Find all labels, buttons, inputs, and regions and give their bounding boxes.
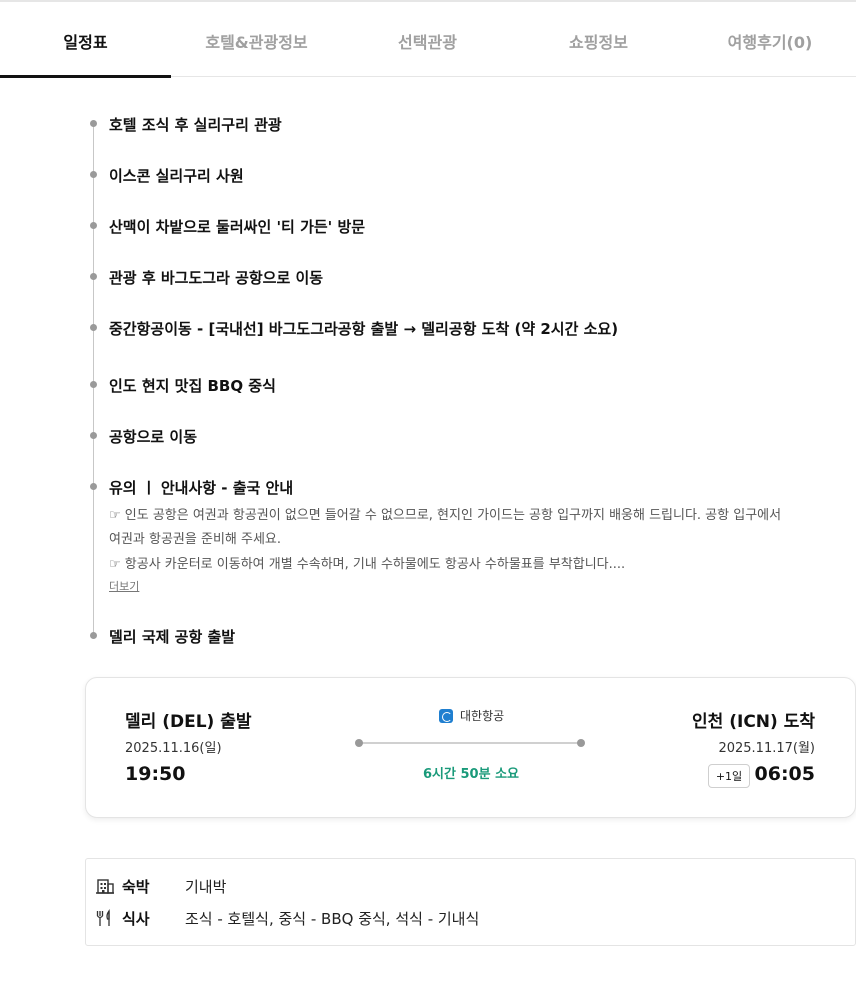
day-info-box: 숙박 기내박 식사 조식 - 호텔식, 중식 - BBQ 중식, 석식 - 기내… [85,858,856,946]
airline-logo-icon [439,708,453,723]
meal-row: 식사 조식 - 호텔식, 중식 - BBQ 중식, 석식 - 기내식 [95,907,795,929]
timeline-dot [90,222,97,229]
timeline-dot [90,273,97,280]
airline-name: 대한항공 [460,709,505,723]
timeline-item: 호텔 조식 후 실리구리 관광 [109,116,282,134]
flight-route-line [359,742,582,744]
flight-card: 델리 (DEL) 출발 2025.11.16(일) 19:50 대한항공 6시간… [85,677,856,818]
timeline-item: 산맥이 차밭으로 둘러싸인 '티 가든' 방문 [109,218,366,236]
meal-label: 식사 [122,909,150,928]
tab-reviews[interactable]: 여행후기(0) [684,4,856,78]
timeline-dot [90,483,97,490]
departure-title: 델리 (DEL) 출발 [125,712,252,732]
departure-date: 2025.11.16(일) [125,741,222,756]
more-link[interactable]: 더보기 [109,578,139,594]
active-tab-indicator [0,75,171,78]
timeline-dot [90,171,97,178]
lodging-label: 숙박 [122,877,150,896]
timeline-line [93,121,94,635]
flight-duration: 6시간 50분 소요 [423,767,519,782]
timeline-item: 공항으로 이동 [109,428,198,446]
notice-line: ☞ 항공사 카운터로 이동하여 개별 수속하며, 기내 수하물에도 항공사 수하… [109,557,626,572]
timeline-item: 관광 후 바그도그라 공항으로 이동 [109,269,324,287]
arrival-date: 2025.11.17(월) [718,741,815,756]
timeline-dot [90,381,97,388]
tab-shopping[interactable]: 쇼핑정보 [513,4,684,78]
timeline-dot [90,432,97,439]
timeline-item: 이스콘 실리구리 사원 [109,167,244,185]
hotel-icon [96,879,114,894]
tab-itinerary[interactable]: 일정표 [0,4,171,78]
timeline-notice-title: 유의 ㅣ 안내사항 - 출국 안내 [109,479,294,497]
timeline-dot [90,324,97,331]
tab-optional-tours[interactable]: 선택관광 [342,4,513,78]
route-end-dot [577,739,585,747]
meal-value: 조식 - 호텔식, 중식 - BBQ 중식, 석식 - 기내식 [185,909,480,928]
timeline-item: 델리 국제 공항 출발 [109,628,236,646]
timeline-dot [90,120,97,127]
notice-line: ☞ 인도 공항은 여권과 항공권이 없으면 들어갈 수 없으므로, 현지인 가이… [109,508,782,523]
timeline-item: 인도 현지 맛집 BBQ 중식 [109,377,276,395]
route-start-dot [355,739,363,747]
day-offset-badge: +1일 [708,764,750,788]
airline: 대한항공 [439,707,504,724]
timeline-dot [90,632,97,639]
notice-line: 여권과 항공권을 준비해 주세요. [109,532,282,547]
timeline-item: 중간항공이동 - [국내선] 바그도그라공항 출발 → 델리공항 도착 (약 2… [109,320,619,338]
lodging-row: 숙박 기내박 [95,875,795,897]
tab-bar: 일정표 호텔&관광정보 선택관광 쇼핑정보 여행후기(0) [0,0,856,78]
arrival-time: 06:05 [754,763,815,785]
departure-time: 19:50 [125,763,186,785]
arrival-title: 인천 (ICN) 도착 [692,712,815,732]
tab-hotel-sightseeing[interactable]: 호텔&관광정보 [171,4,342,78]
fork-knife-icon [96,909,110,926]
lodging-value: 기내박 [185,877,227,896]
